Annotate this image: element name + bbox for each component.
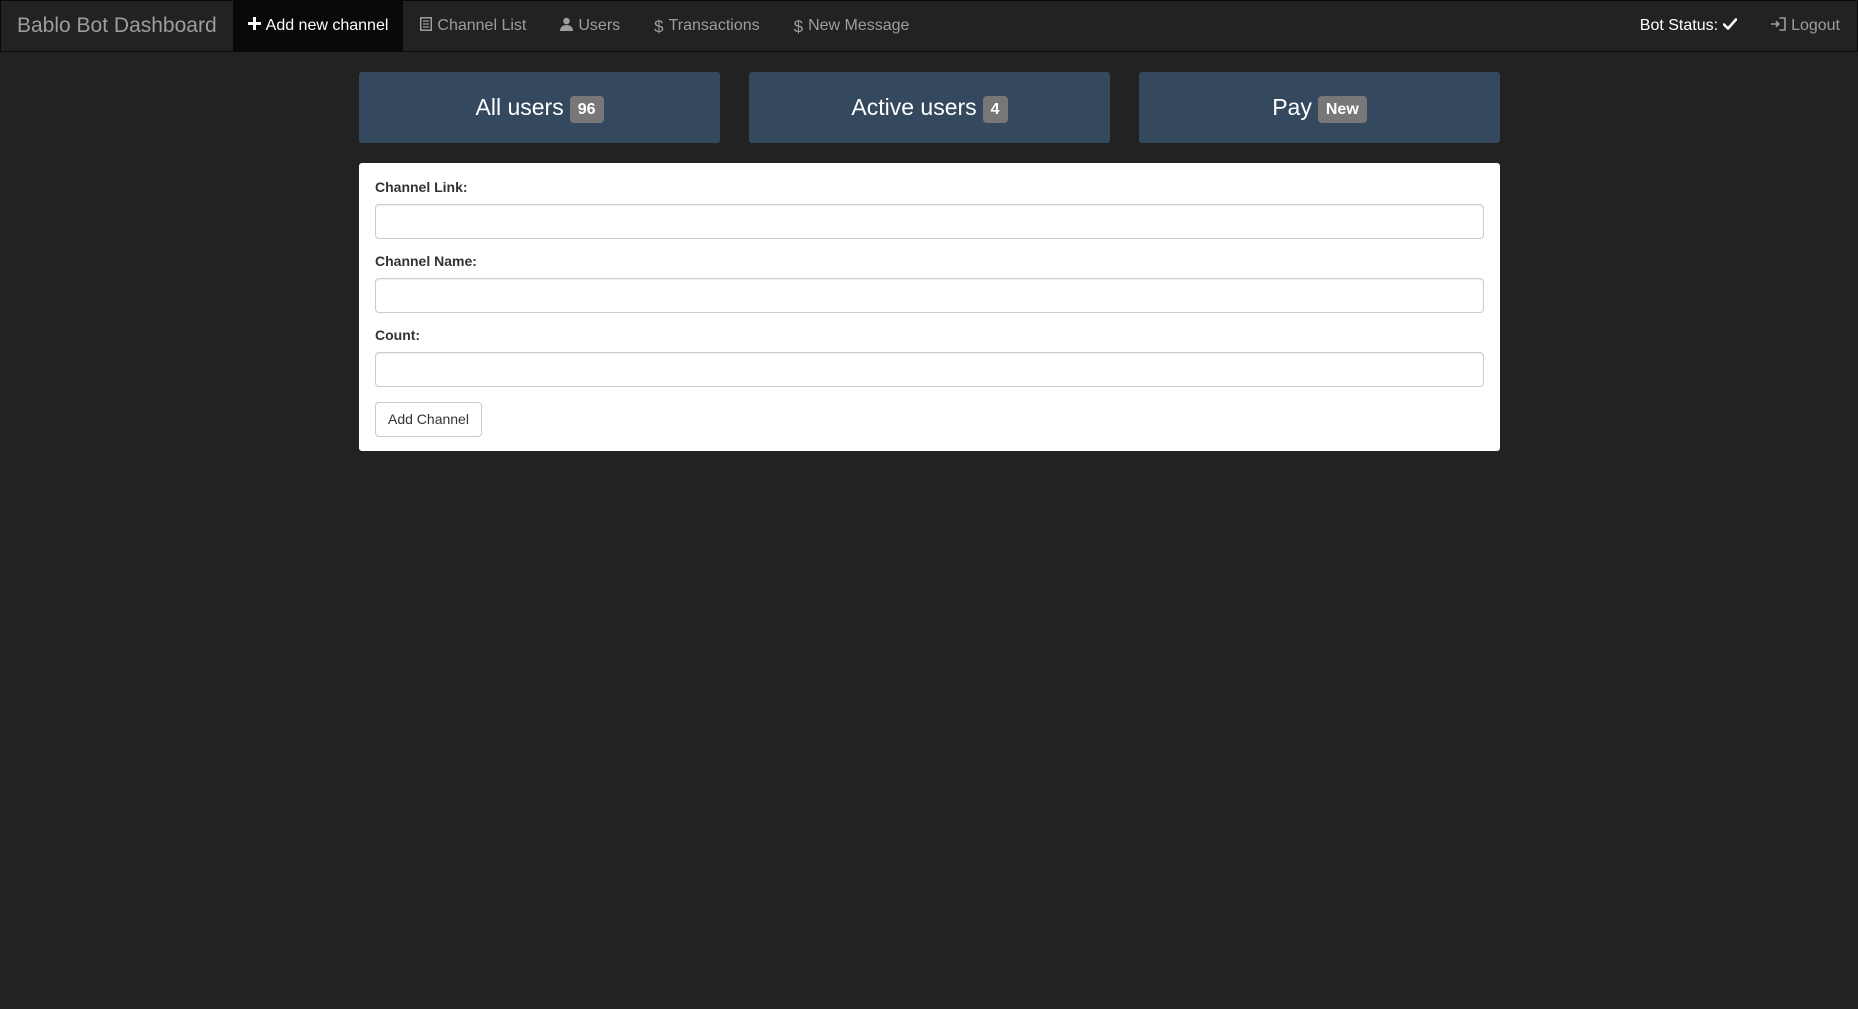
all-users-card[interactable]: All users 96 <box>359 72 720 143</box>
add-channel-button[interactable]: Add Channel <box>375 402 482 437</box>
nav-right: Bot Status: Logout <box>1623 1 1857 51</box>
bot-status: Bot Status: <box>1623 1 1754 51</box>
stat-label: Pay <box>1272 94 1312 120</box>
channel-link-input[interactable] <box>375 204 1484 239</box>
stats-row: All users 96 Active users 4 Pay New <box>359 72 1500 143</box>
nav-item-new-message[interactable]: $ New Message <box>777 1 927 51</box>
nav-item-label: Add new channel <box>265 17 389 34</box>
add-channel-form: Channel Link: Channel Name: Count: Add C… <box>359 163 1500 451</box>
logout-link[interactable]: Logout <box>1754 1 1857 51</box>
nav-item-label: Transactions <box>668 17 760 34</box>
nav-item-label: Channel List <box>437 17 527 34</box>
nav-item-label: New Message <box>808 17 910 34</box>
checkmark-icon <box>1722 17 1738 35</box>
dollar-icon: $ <box>793 16 804 36</box>
brand-title[interactable]: Bablo Bot Dashboard <box>1 1 233 51</box>
active-users-card[interactable]: Active users 4 <box>749 72 1110 143</box>
nav-item-add-new-channel[interactable]: Add new channel <box>232 1 404 51</box>
logout-label: Logout <box>1791 17 1840 34</box>
new-badge: New <box>1317 96 1367 123</box>
channel-name-input[interactable] <box>375 278 1484 313</box>
plus-icon <box>247 17 261 35</box>
nav-item-channel-list[interactable]: Channel List <box>403 1 543 51</box>
top-navbar: Bablo Bot Dashboard Add new channel Chan… <box>0 0 1858 52</box>
dollar-icon: $ <box>654 16 664 36</box>
log-in-icon <box>1771 16 1786 36</box>
channel-link-label: Channel Link: <box>375 179 468 195</box>
pay-card[interactable]: Pay New <box>1139 72 1500 143</box>
nav-item-transactions[interactable]: $ Transactions <box>637 1 776 51</box>
nav-menu: Add new channel Channel List Users $ Tra… <box>232 1 927 51</box>
stat-label: Active users <box>851 94 977 120</box>
count-input[interactable] <box>375 352 1484 387</box>
count-badge: 96 <box>569 96 604 123</box>
count-badge: 4 <box>982 96 1008 123</box>
user-icon <box>560 17 574 36</box>
nav-item-label: Users <box>578 17 621 34</box>
nav-item-users[interactable]: Users <box>543 1 637 51</box>
stat-label: All users <box>475 94 564 120</box>
count-label: Count: <box>375 327 421 343</box>
bot-status-label: Bot Status: <box>1639 17 1719 34</box>
list-icon <box>420 16 433 36</box>
channel-name-label: Channel Name: <box>375 253 477 269</box>
